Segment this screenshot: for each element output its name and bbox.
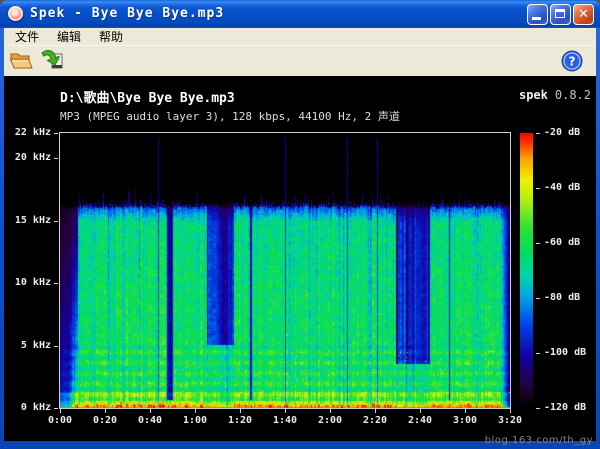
save-spectrogram-button[interactable] (39, 49, 65, 74)
menu-help[interactable]: 帮助 (90, 27, 132, 46)
help-button[interactable]: ? (561, 50, 587, 75)
app-name-label: spek (519, 88, 548, 102)
file-info: MP3 (MPEG audio layer 3), 128 kbps, 4410… (60, 108, 400, 124)
save-export-icon (39, 49, 65, 73)
minimize-button[interactable] (527, 4, 548, 25)
maximize-button[interactable] (550, 4, 571, 25)
help-icon: ? (561, 50, 583, 72)
close-button[interactable] (573, 4, 594, 25)
file-path: D:\歌曲\Bye Bye Bye.mp3 (60, 87, 235, 106)
app-version: spek0.8.2 (519, 88, 591, 102)
toolbar: ? (4, 45, 596, 76)
app-version-number: 0.8.2 (548, 88, 591, 102)
svg-text:?: ? (569, 55, 576, 69)
app-icon[interactable] (8, 6, 23, 21)
menu-bar: 文件 编辑 帮助 (4, 28, 596, 45)
spectrogram-canvas (60, 133, 510, 408)
window-title: Spek - Bye Bye Bye.mp3 (30, 6, 224, 21)
menu-edit[interactable]: 编辑 (48, 27, 90, 46)
colorbar (520, 133, 533, 408)
window-controls (527, 4, 594, 25)
watermark: blog.163.com/th_gy (485, 435, 593, 446)
menu-file[interactable]: 文件 (6, 27, 48, 46)
app-window: Spek - Bye Bye Bye.mp3 文件 编辑 帮助 (0, 0, 600, 449)
title-bar[interactable]: Spek - Bye Bye Bye.mp3 (0, 0, 600, 28)
open-file-button[interactable] (9, 49, 35, 74)
folder-open-icon (9, 49, 34, 72)
